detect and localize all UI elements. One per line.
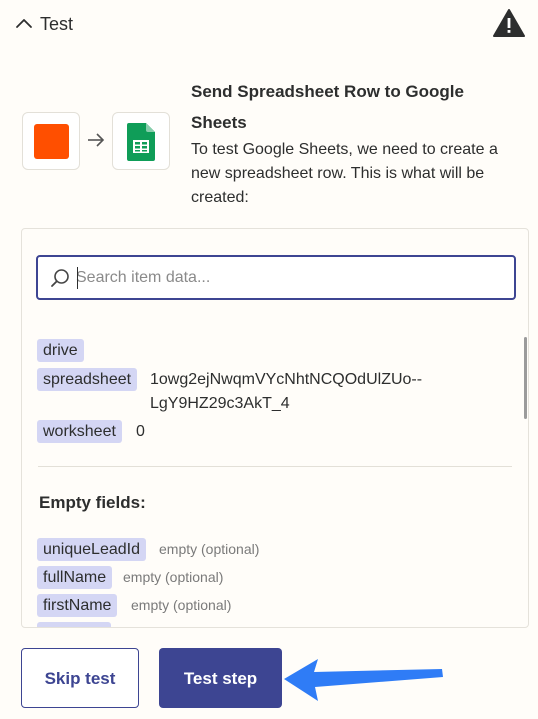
divider xyxy=(38,466,512,467)
empty-field-hint: empty (optional) xyxy=(131,597,232,613)
field-value-spreadsheet-line2: LgY9HZ29c3AkT_4 xyxy=(150,395,290,412)
source-app-tile xyxy=(22,112,80,170)
field-key-worksheet: worksheet xyxy=(37,420,122,443)
empty-field-key-partial xyxy=(37,622,111,627)
empty-field-key: uniqueLeadId xyxy=(37,538,146,561)
field-value-spreadsheet-line1: 1owg2ejNwqmVYcNhtNCQOdUlZUo-- xyxy=(150,371,423,388)
test-section-header[interactable]: Test xyxy=(0,0,538,50)
field-key-spreadsheet: spreadsheet xyxy=(37,368,138,391)
empty-fields-title: Empty fields: xyxy=(39,493,146,512)
field-key-drive: drive xyxy=(37,339,84,362)
empty-field-key: fullName xyxy=(37,566,113,589)
chevron-up-icon[interactable] xyxy=(14,14,34,34)
data-preview-panel: drive spreadsheet 1owg2ejNwqmVYcNhtNCQOd… xyxy=(21,228,529,628)
empty-field-hint: empty (optional) xyxy=(123,569,224,585)
skip-test-button[interactable]: Skip test xyxy=(21,648,139,708)
target-app-tile xyxy=(112,112,170,170)
pointer-arrow-annotation xyxy=(284,659,443,701)
empty-field-hint: empty (optional) xyxy=(159,541,260,557)
text-cursor xyxy=(77,267,78,289)
warning-icon[interactable] xyxy=(492,8,526,38)
empty-field-key: firstName xyxy=(37,594,118,617)
search-icon xyxy=(51,269,69,287)
arrow-right-icon xyxy=(88,133,105,147)
test-step-button[interactable]: Test step xyxy=(159,648,282,708)
search-box[interactable] xyxy=(36,255,516,300)
step-description: To test Google Sheets, we need to create… xyxy=(191,141,498,206)
google-sheets-icon xyxy=(127,123,155,161)
search-input[interactable] xyxy=(76,257,506,298)
scrollbar[interactable] xyxy=(524,337,527,419)
step-title: Send Spreadsheet Row to Google Sheets xyxy=(191,82,464,132)
field-value-worksheet: 0 xyxy=(136,423,145,440)
source-app-icon xyxy=(34,124,69,159)
section-title: Test xyxy=(40,14,74,34)
